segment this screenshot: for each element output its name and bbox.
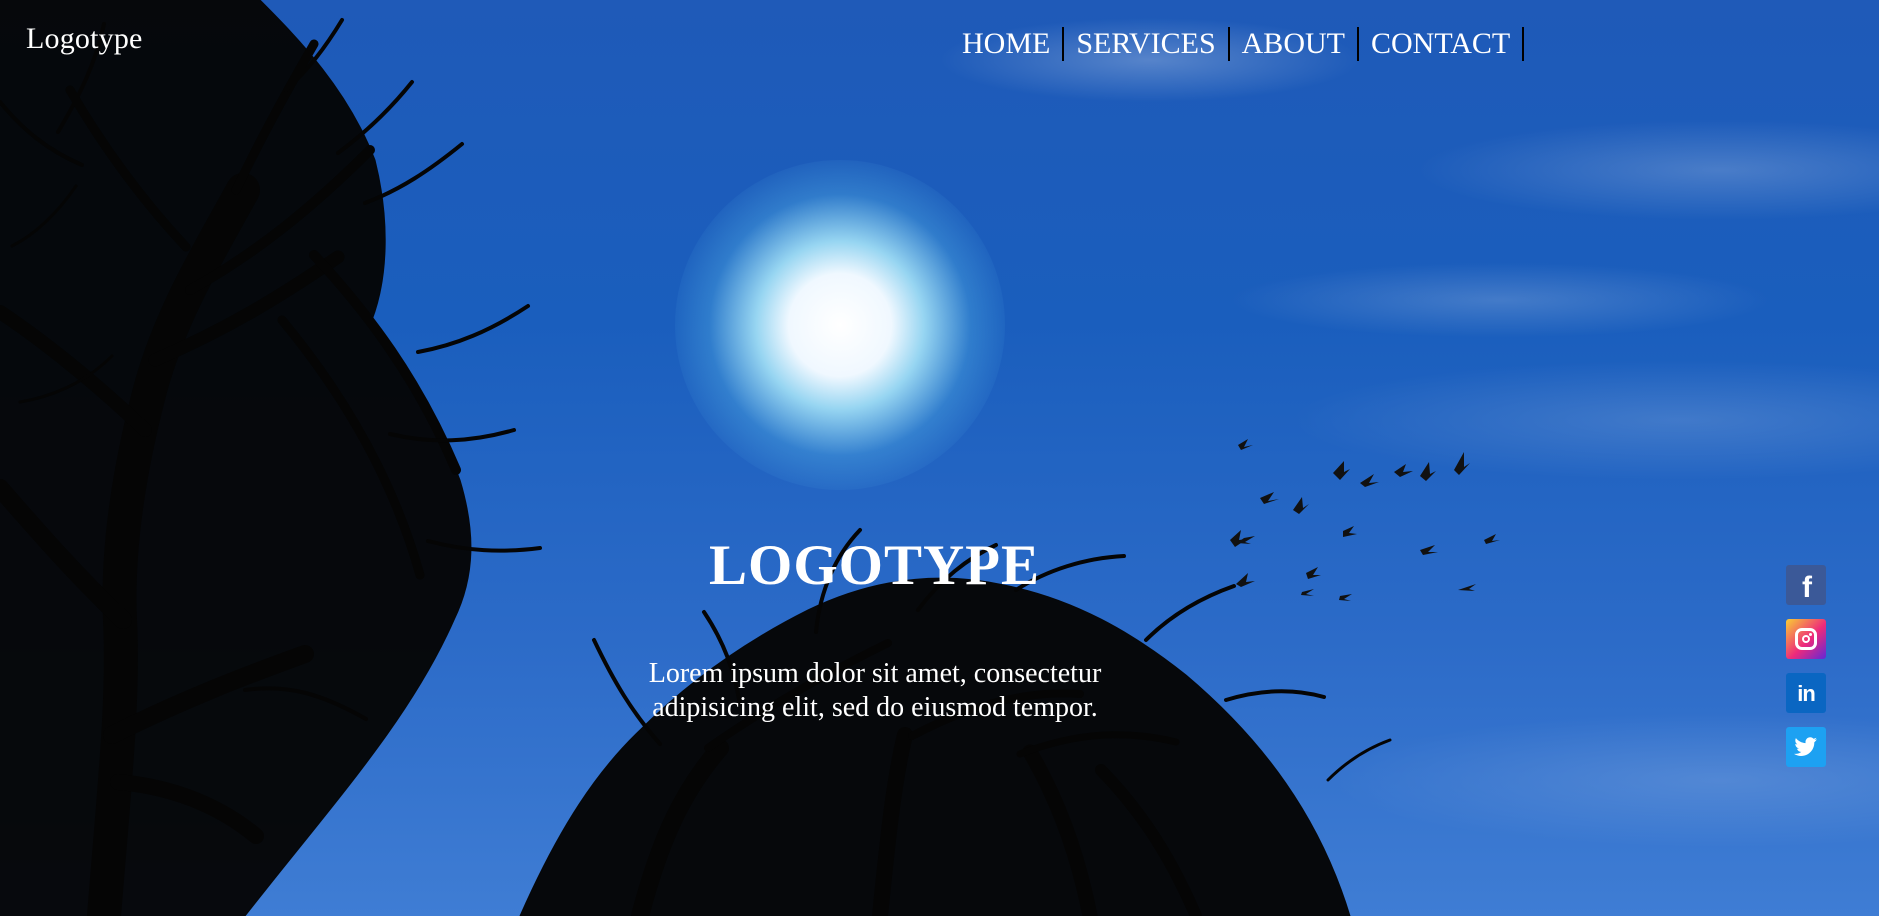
instagram-link[interactable] [1786, 619, 1826, 659]
twitter-icon [1794, 737, 1817, 756]
hero-description: Lorem ipsum dolor sit amet, consectetur … [648, 658, 1102, 724]
hero-title-wrapper: LOGOTYPE [0, 533, 1879, 598]
instagram-dot-icon [1809, 633, 1812, 636]
header-logo[interactable]: Logotype [26, 24, 143, 54]
nav-item-services[interactable]: SERVICES [1076, 27, 1230, 61]
linkedin-icon: in [1797, 681, 1816, 706]
nav-item-home-label: HOME [962, 27, 1051, 60]
nav-item-contact-label: CONTACT [1370, 27, 1511, 60]
nav-item-about[interactable]: ABOUT [1242, 27, 1359, 61]
facebook-icon: f [1802, 571, 1812, 604]
twitter-link[interactable] [1786, 727, 1826, 767]
social-links: f in [1786, 565, 1826, 781]
instagram-icon [1795, 628, 1817, 650]
nav-item-about-label: ABOUT [1241, 27, 1345, 60]
linkedin-link[interactable]: in [1786, 673, 1826, 713]
hero-title: LOGOTYPE [708, 534, 1041, 597]
nav-item-home[interactable]: HOME [962, 27, 1065, 61]
nav-item-services-label: SERVICES [1076, 27, 1216, 60]
nav-item-contact[interactable]: CONTACT [1370, 27, 1525, 61]
sun-glow [675, 160, 1005, 490]
facebook-link[interactable]: f [1786, 565, 1826, 605]
sky-background [0, 0, 1879, 916]
hero-page: Logotype HOME SERVICES ABOUT CONTACT LOG… [0, 0, 1879, 916]
main-nav: HOME SERVICES ABOUT CONTACT [962, 27, 1525, 61]
